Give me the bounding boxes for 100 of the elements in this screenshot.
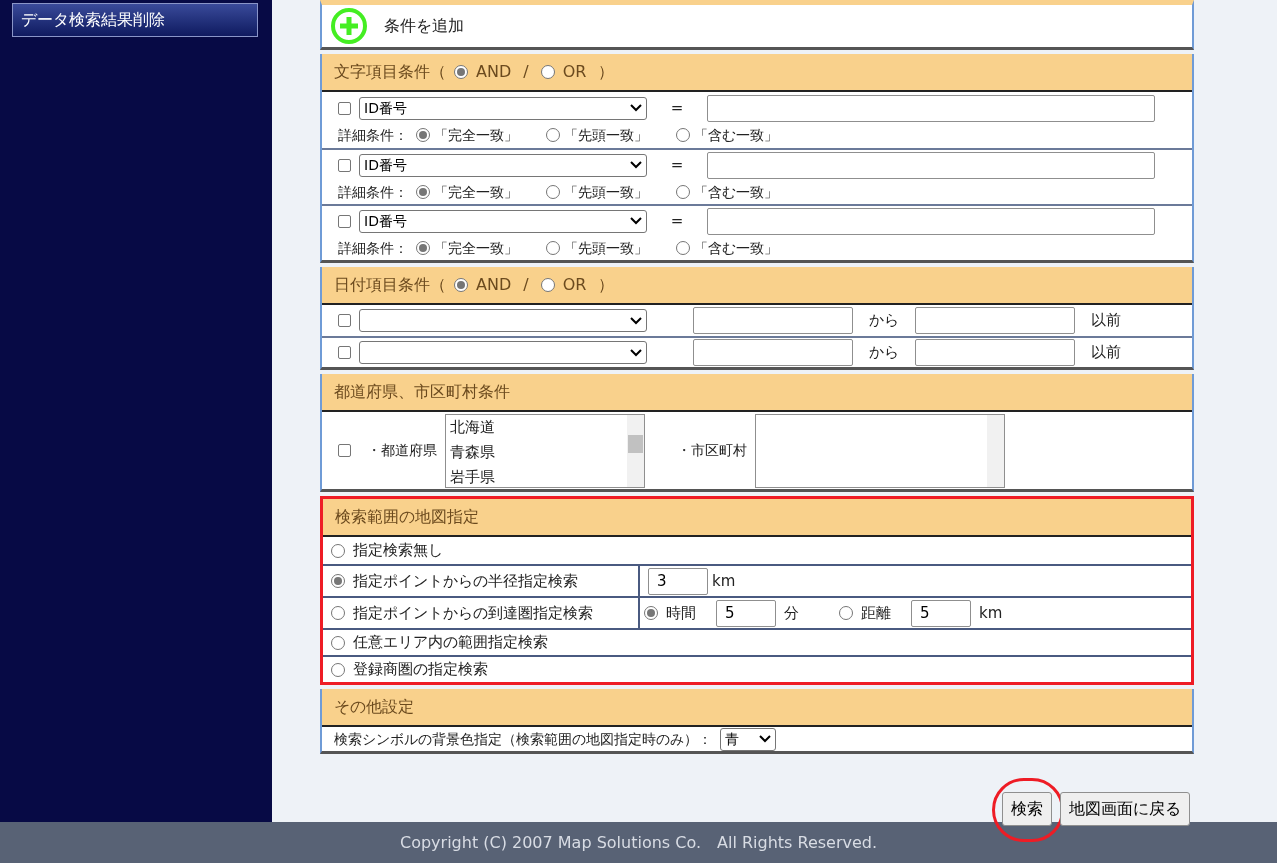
city-listbox[interactable] [755, 413, 1005, 488]
until-label: 以前 [1091, 342, 1121, 364]
operator-text: = [669, 210, 685, 232]
chevron-down-icon [630, 161, 642, 169]
field-select[interactable]: ID番号 [359, 153, 647, 177]
range-option-label: 登録商圏の指定検索 [353, 659, 488, 681]
range-option-label: 指定ポイントからの半径指定検索 [353, 570, 578, 592]
radio-button[interactable] [454, 65, 468, 79]
add-condition-button[interactable]: 条件を追加 [330, 7, 464, 45]
section-title: 検索範囲の地図指定 [335, 506, 479, 528]
radio-button[interactable] [540, 278, 555, 292]
text-field[interactable]: 5 [716, 599, 776, 627]
match-option-label: 「先頭一致」 [564, 125, 648, 145]
chevron-down-icon [759, 735, 771, 743]
radio-button[interactable] [540, 65, 555, 79]
radio-button[interactable] [546, 241, 560, 255]
radio-button[interactable] [644, 606, 658, 620]
unit-label: km [712, 570, 736, 592]
action-button[interactable]: 検索 [1002, 792, 1052, 826]
until-label: 以前 [1091, 310, 1121, 332]
operator-text: = [669, 154, 685, 176]
match-option-label: 「完全一致」 [434, 238, 518, 258]
match-option-label: 「完全一致」 [434, 125, 518, 145]
section-title: その他設定 [334, 696, 414, 718]
match-option-label: 「含む一致」 [694, 182, 778, 202]
match-option-label: 「先頭一致」 [564, 182, 648, 202]
field-select[interactable]: ID番号 [359, 96, 647, 120]
list-item[interactable]: 北海道 [450, 414, 623, 440]
operator-text: = [669, 97, 685, 119]
from-label: から [869, 310, 899, 332]
radio-button[interactable] [546, 128, 560, 142]
radio-button[interactable] [839, 606, 853, 620]
radio-button[interactable] [331, 574, 345, 588]
field-select[interactable]: ID番号 [359, 209, 647, 233]
checkbox[interactable] [338, 158, 351, 172]
radio-button[interactable] [416, 185, 430, 199]
bracket-text: ） [598, 274, 615, 296]
match-option-label: 「含む一致」 [694, 125, 778, 145]
text-field[interactable] [915, 307, 1075, 334]
logic-label: OR [562, 61, 587, 83]
radio-button[interactable] [416, 128, 430, 142]
checkbox[interactable] [338, 101, 351, 115]
range-option-label: 任意エリア内の範囲指定検索 [353, 632, 548, 654]
match-option-label: 「含む一致」 [694, 238, 778, 258]
text-field[interactable] [707, 151, 1155, 179]
detail-label: 詳細条件： [338, 125, 408, 145]
text-field[interactable] [915, 339, 1075, 366]
match-option-label: 「先頭一致」 [564, 238, 648, 258]
radio-button[interactable] [546, 185, 560, 199]
unit-label: 分 [784, 602, 799, 624]
text-field[interactable] [707, 94, 1155, 122]
unit-label: km [979, 602, 1003, 624]
radio-button[interactable] [454, 278, 468, 292]
match-option-label: 「完全一致」 [434, 182, 518, 202]
text-field[interactable]: 3 [648, 567, 708, 595]
radio-button[interactable] [676, 128, 690, 142]
chevron-down-icon [630, 217, 642, 225]
color-select[interactable]: 青 [720, 727, 776, 751]
text-field[interactable]: 5 [911, 599, 971, 627]
prefecture-label: ・都道府県 [367, 441, 437, 460]
sidebar-button[interactable]: データ検索結果削除 [12, 3, 258, 37]
list-item[interactable]: 青森県 [450, 439, 623, 465]
section-title: 文字項目条件（ [334, 61, 446, 83]
checkbox[interactable] [338, 346, 351, 359]
copyright-text: Copyright (C) 2007 Map Solutions Co. All Rights Reserved. [399, 831, 878, 854]
text-field[interactable] [693, 307, 853, 334]
radio-button[interactable] [331, 606, 345, 620]
separator-text: / [523, 61, 529, 83]
section-title: 都道府県、市区町村条件 [334, 381, 510, 403]
logic-label: AND [476, 61, 512, 83]
plus-circle-icon [330, 7, 368, 45]
checkbox[interactable] [338, 214, 351, 228]
action-button[interactable]: 地図画面に戻る [1060, 792, 1190, 826]
symbol-color-label: 検索シンボルの背景色指定（検索範囲の地図指定時のみ）： [334, 729, 712, 749]
radio-button[interactable] [416, 241, 430, 255]
date-field-select[interactable] [359, 341, 647, 364]
mode-label: 時間 [666, 602, 696, 624]
logic-label: AND [476, 274, 512, 296]
mode-label: 距離 [861, 602, 891, 624]
scrollbar[interactable] [987, 414, 1004, 487]
scrollbar[interactable] [627, 414, 644, 487]
chevron-down-icon [630, 316, 642, 325]
date-field-select[interactable] [359, 309, 647, 332]
chevron-down-icon [630, 348, 642, 357]
from-label: から [869, 342, 899, 364]
city-label: ・市区町村 [677, 441, 747, 460]
radio-button[interactable] [676, 241, 690, 255]
checkbox[interactable] [338, 314, 351, 327]
range-option-label: 指定検索無し [353, 540, 443, 562]
radio-button[interactable] [676, 185, 690, 199]
bracket-text: ） [598, 61, 615, 83]
radio-button[interactable] [331, 635, 345, 650]
radio-button[interactable] [331, 662, 345, 677]
prefecture-listbox[interactable]: 北海道 青森県 岩手県 [445, 413, 645, 488]
separator-text: / [523, 274, 529, 296]
list-item[interactable]: 岩手県 [450, 464, 623, 490]
radio-button[interactable] [331, 543, 345, 558]
checkbox[interactable] [338, 444, 351, 457]
text-field[interactable] [693, 339, 853, 366]
text-field[interactable] [707, 207, 1155, 235]
